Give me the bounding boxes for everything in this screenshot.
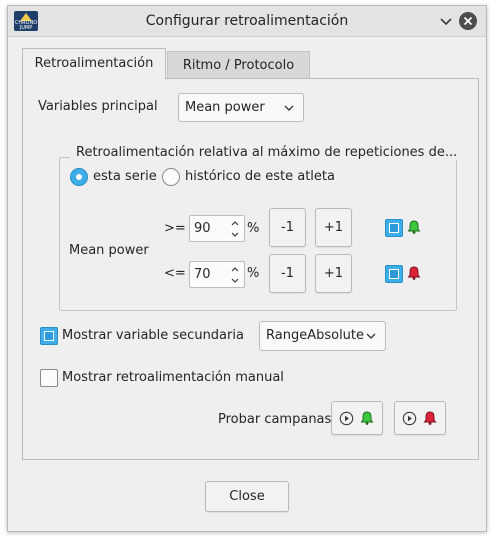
test-bells-label: Probar campanas <box>218 412 332 427</box>
test-bell-good-button[interactable] <box>331 401 383 435</box>
play-icon <box>339 411 354 426</box>
close-window-button[interactable] <box>459 12 477 30</box>
threshold-low-minus-button[interactable]: -1 <box>269 254 306 293</box>
threshold-high-plus-button[interactable]: +1 <box>315 208 352 247</box>
threshold-low-spinner[interactable]: 70 <box>189 261 245 288</box>
tab-retroalimentacion[interactable]: Retroalimentación <box>22 48 166 80</box>
bell-red-icon <box>407 266 421 280</box>
chevron-down-icon <box>366 333 376 339</box>
chevron-down-icon <box>284 105 294 111</box>
relative-feedback-title: Retroalimentación relativa al máximo de … <box>70 145 464 160</box>
radio-esta-serie-label: esta serie <box>93 169 157 184</box>
test-bell-bad-button[interactable] <box>394 401 446 435</box>
bell-green-icon <box>407 220 421 234</box>
main-variable-value: Mean power <box>185 100 265 115</box>
minimize-icon[interactable] <box>437 12 455 30</box>
secondary-variable-combo[interactable]: RangeAbsolute <box>259 321 386 351</box>
radio-historico-atleta[interactable] <box>162 168 180 186</box>
relative-variable-label: Mean power <box>69 243 149 258</box>
threshold-high-enable-checkbox[interactable] <box>385 219 403 237</box>
spinner-arrows-icon[interactable] <box>230 264 240 286</box>
bell-red-icon <box>423 411 437 425</box>
radio-esta-serie[interactable] <box>70 168 88 186</box>
tab-ritmo-protocolo[interactable]: Ritmo / Protocolo <box>167 51 310 80</box>
secondary-variable-value: RangeAbsolute <box>266 328 365 343</box>
main-variable-label: Variables principal <box>38 99 158 114</box>
main-variable-combo[interactable]: Mean power <box>178 93 304 122</box>
window-title: Configurar retroalimentación <box>145 13 349 29</box>
manual-feedback-checkbox[interactable] <box>40 369 58 387</box>
title-bar: CHRONO JUMP Configurar retroalimentación <box>8 6 486 37</box>
operator-less-equal: <= <box>164 266 186 281</box>
threshold-high-spinner[interactable]: 90 <box>189 215 245 242</box>
threshold-high-value: 90 <box>194 221 211 236</box>
radio-historico-atleta-label: histórico de este atleta <box>185 169 335 184</box>
play-icon <box>402 411 417 426</box>
secondary-variable-label: Mostrar variable secundaria <box>62 328 244 343</box>
secondary-variable-checkbox[interactable] <box>40 327 58 345</box>
threshold-low-unit: % <box>247 266 260 281</box>
threshold-high-minus-button[interactable]: -1 <box>269 208 306 247</box>
close-icon <box>463 16 473 26</box>
close-button[interactable]: Close <box>205 481 289 512</box>
dialog-window: CHRONO JUMP Configurar retroalimentación… <box>7 5 487 532</box>
bell-green-icon <box>360 411 374 425</box>
spinner-arrows-icon[interactable] <box>230 218 240 240</box>
threshold-high-unit: % <box>247 221 260 236</box>
manual-feedback-label: Mostrar retroalimentación manual <box>62 370 284 385</box>
threshold-low-plus-button[interactable]: +1 <box>315 254 352 293</box>
threshold-low-enable-checkbox[interactable] <box>385 265 403 283</box>
operator-greater-equal: >= <box>164 221 186 236</box>
threshold-low-value: 70 <box>194 267 211 282</box>
